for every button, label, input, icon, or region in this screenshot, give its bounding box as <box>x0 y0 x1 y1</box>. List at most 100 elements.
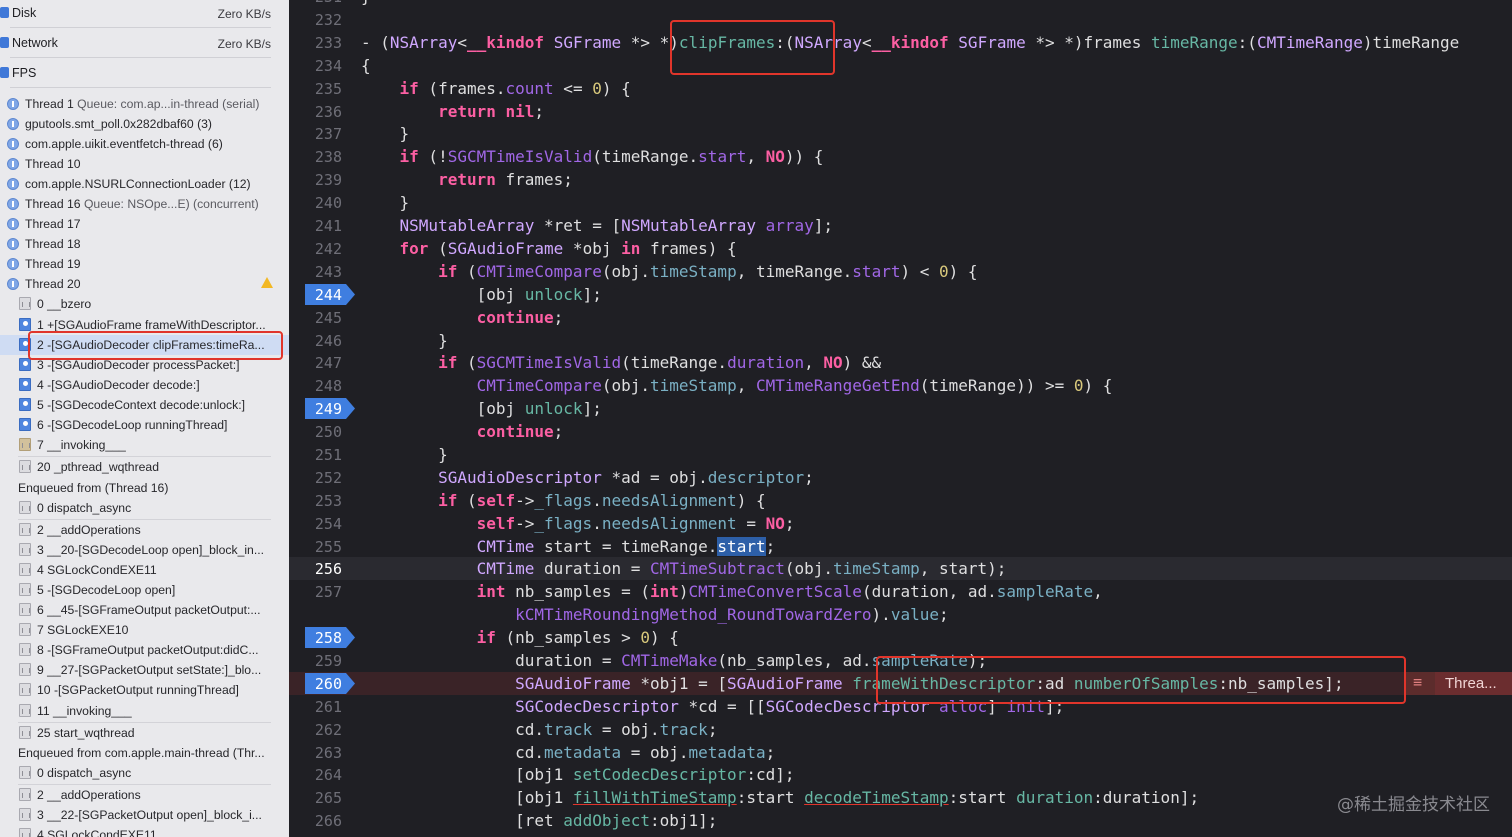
thread-icon <box>7 118 19 130</box>
frame-label: 2 __addOperations <box>37 788 141 802</box>
frame-row[interactable]: 4 SGLockCondEXE11 <box>0 825 289 837</box>
code-text: self->_flags.needsAlignment = NO; <box>476 514 795 533</box>
code-line: 231} <box>289 0 1512 8</box>
code-text: cd.metadata = obj.metadata; <box>361 743 776 762</box>
frame-row[interactable]: 20 _pthread_wqthread <box>0 457 289 477</box>
thread-row[interactable]: Thread 10 <box>0 154 289 174</box>
frame-row[interactable]: 6 -[SGDecodeLoop runningThread] <box>0 415 289 435</box>
code-text: { <box>361 56 371 75</box>
frame-row[interactable]: 0 dispatch_async <box>0 763 289 783</box>
frame-row[interactable]: 6 __45-[SGFrameOutput packetOutput:... <box>0 600 289 620</box>
thread-icon <box>7 238 19 250</box>
thread-icon <box>7 98 19 110</box>
line-number: 255 <box>314 538 342 556</box>
frame-row[interactable]: 11 __invoking___ <box>0 701 289 721</box>
frame-row[interactable]: 2 __addOperations <box>0 520 289 540</box>
system-frame-icon <box>19 563 31 576</box>
code-line: 238 if (!SGCMTimeIsValid(timeRange.start… <box>289 145 1512 168</box>
code-line: 248 CMTimeCompare(obj.timeStamp, CMTimeR… <box>289 374 1512 397</box>
code-text: continue; <box>476 422 564 441</box>
code-line: 247 if (SGCMTimeIsValid(timeRange.durati… <box>289 351 1512 374</box>
line-number: 248 <box>314 377 342 395</box>
frame-row[interactable]: 1 +[SGAudioFrame frameWithDescriptor... <box>0 315 289 335</box>
frame-row[interactable]: 0 __bzero <box>0 294 289 314</box>
thread-icon <box>7 138 19 150</box>
code-text: SGCodecDescriptor *cd = [[SGCodecDescrip… <box>515 697 1065 716</box>
thread-icon <box>7 218 19 230</box>
gauge-network[interactable]: Network Zero KB/s <box>0 30 289 58</box>
line-number: 235 <box>314 80 342 98</box>
frame-row[interactable]: 5 -[SGDecodeContext decode:unlock:] <box>0 395 289 415</box>
source-editor[interactable]: 231} 232 233 - (NSArray<__kindof SGFrame … <box>289 0 1512 837</box>
thread-row[interactable]: Thread 19 <box>0 254 289 274</box>
issue-list-icon[interactable] <box>1405 672 1435 695</box>
line-number: 238 <box>314 148 342 166</box>
user-frame-icon <box>19 358 31 371</box>
code-text: for (SGAudioFrame *obj in frames) { <box>399 239 737 258</box>
frame-row[interactable]: 2 __addOperations <box>0 785 289 805</box>
frame-row[interactable]: 7 SGLockEXE10 <box>0 620 289 640</box>
line-number: 237 <box>314 125 342 143</box>
thread-row[interactable]: Thread 16 Queue: NSOpe...E) (concurrent) <box>0 194 289 214</box>
line-number: 263 <box>314 744 342 762</box>
code-line: 232 <box>289 8 1512 31</box>
thread-row[interactable]: Thread 18 <box>0 234 289 254</box>
frame-row[interactable]: 9 __27-[SGPacketOutput setState:]_blo... <box>0 660 289 680</box>
code-text: SGAudioFrame *obj1 = [SGAudioFrame frame… <box>515 674 1344 693</box>
fps-icon <box>0 67 9 78</box>
system-frame-icon <box>19 297 31 310</box>
frame-label: 0 dispatch_async <box>37 501 132 515</box>
code-text: cd.track = obj.track; <box>361 720 718 739</box>
code-line: 246 } <box>289 329 1512 352</box>
system-frame-icon <box>19 788 31 801</box>
code-text: } <box>361 193 410 212</box>
frame-row[interactable]: 4 SGLockCondEXE11 <box>0 560 289 580</box>
thread-row[interactable]: Thread 20 <box>0 274 289 294</box>
frame-row[interactable]: 7 __invoking___ <box>0 435 289 455</box>
thread-row[interactable]: com.apple.uikit.eventfetch-thread (6) <box>0 134 289 154</box>
code-line: 267 } <box>289 832 1512 837</box>
thread-row[interactable]: com.apple.NSURLConnectionLoader (12) <box>0 174 289 194</box>
system-frame-icon <box>19 766 31 779</box>
thread-row[interactable]: Thread 17 <box>0 214 289 234</box>
gauge-fps[interactable]: FPS <box>0 60 289 88</box>
line-number: 247 <box>314 354 342 372</box>
frame-row[interactable]: 5 -[SGDecodeLoop open] <box>0 580 289 600</box>
thread-row[interactable]: gputools.smt_poll.0x282dbaf60 (3) <box>0 114 289 134</box>
code-line: 263 cd.metadata = obj.metadata; <box>289 741 1512 764</box>
line-number: 246 <box>314 332 342 350</box>
frame-row[interactable]: 3 -[SGAudioDecoder processPacket:] <box>0 355 289 375</box>
system-frame-icon <box>19 460 31 473</box>
frame-row[interactable]: 3 __20-[SGDecodeLoop open]_block_in... <box>0 540 289 560</box>
code-line: 243 if (CMTimeCompare(obj.timeStamp, tim… <box>289 260 1512 283</box>
thread-annotation-label[interactable]: Threa... <box>1435 672 1512 695</box>
frame-row[interactable]: 4 -[SGAudioDecoder decode:] <box>0 375 289 395</box>
code-text: SGAudioDescriptor *ad = obj.descriptor; <box>438 468 814 487</box>
code-line: 239 return frames; <box>289 168 1512 191</box>
enqueued-header: Enqueued from (Thread 16) <box>0 478 289 498</box>
system-frame-icon <box>19 583 31 596</box>
frame-label: 1 +[SGAudioFrame frameWithDescriptor... <box>37 318 266 332</box>
code-text: NSMutableArray *ret = [NSMutableArray ar… <box>399 216 834 235</box>
frame-label: 3 -[SGAudioDecoder processPacket:] <box>37 358 240 372</box>
code-text: [obj1 fillWithTimeStamp:start decodeTime… <box>361 788 1200 807</box>
frame-row[interactable]: 0 dispatch_async <box>0 498 289 518</box>
code-text: return frames; <box>438 170 573 189</box>
frame-row[interactable]: 3 __22-[SGPacketOutput open]_block_i... <box>0 805 289 825</box>
thread-icon <box>7 278 19 290</box>
frame-label: 4 SGLockCondEXE11 <box>37 828 157 837</box>
gauge-disk[interactable]: Disk Zero KB/s <box>0 0 289 28</box>
code-text: [obj unlock]; <box>361 399 602 418</box>
frame-row[interactable]: 25 start_wqthread <box>0 723 289 743</box>
framework-frame-icon <box>19 438 31 451</box>
code-text: int nb_samples = (int)CMTimeConvertScale… <box>476 582 1103 601</box>
line-number: 253 <box>314 492 342 510</box>
frame-row[interactable]: 8 -[SGFrameOutput packetOutput:didC... <box>0 640 289 660</box>
system-frame-icon <box>19 704 31 717</box>
line-number: 232 <box>314 11 342 29</box>
divider <box>10 57 271 58</box>
frame-row-selected[interactable]: 2 -[SGAudioDecoder clipFrames:timeRa... <box>0 335 289 355</box>
user-frame-icon <box>19 418 31 431</box>
frame-row[interactable]: 10 -[SGPacketOutput runningThread] <box>0 680 289 700</box>
thread-row[interactable]: Thread 1 Queue: com.ap...in-thread (seri… <box>0 94 289 114</box>
